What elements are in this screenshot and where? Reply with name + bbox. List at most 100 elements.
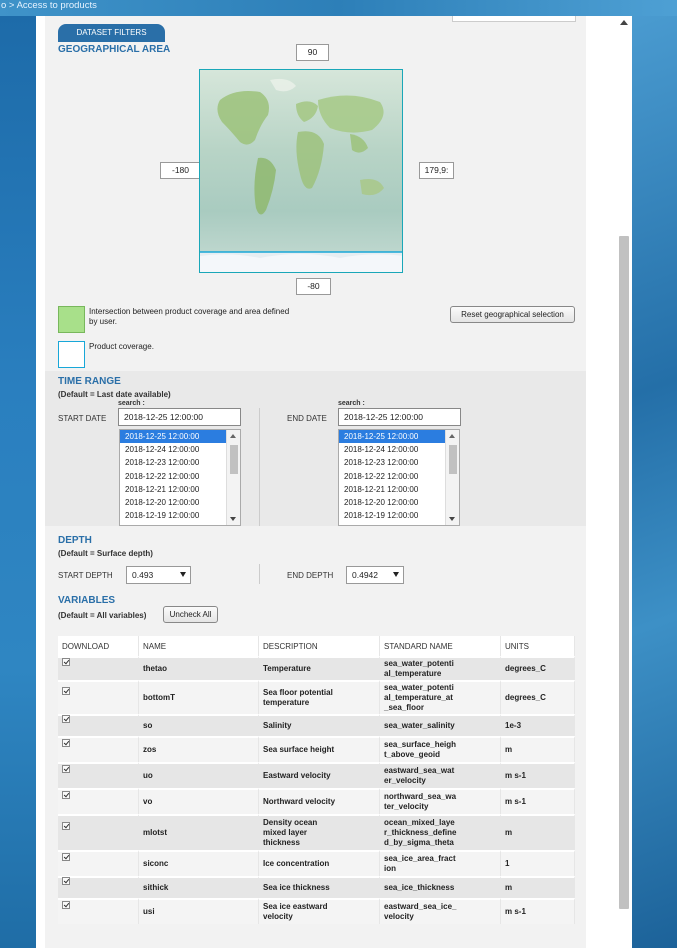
scroll-up-icon[interactable] xyxy=(449,434,455,438)
variable-description: Temperature xyxy=(259,656,380,680)
start-list-scrollbar[interactable] xyxy=(226,430,240,525)
variable-name: siconc xyxy=(139,850,259,876)
depth-section-title: DEPTH xyxy=(58,535,92,546)
table-row: usi Sea ice eastward velocity eastward_sea… xyxy=(58,898,575,924)
end-date-option[interactable]: 2018-12-23 12:00:00 xyxy=(339,456,459,469)
variable-name: usi xyxy=(139,898,259,924)
table-row: bottomT Sea floor potential temperature se… xyxy=(58,680,575,714)
download-checkbox[interactable] xyxy=(62,714,70,723)
end-date-option[interactable]: 2018-12-19 12:00:00 xyxy=(339,509,459,522)
variables-section-title: VARIABLES xyxy=(58,595,116,606)
west-input[interactable]: -180 xyxy=(160,162,201,179)
variable-name: vo xyxy=(139,788,259,814)
end-date-option[interactable]: 2018-12-22 12:00:00 xyxy=(339,470,459,483)
variable-standard-name: sea_water_potenti al_temperature xyxy=(380,656,501,680)
col-header-standard-name: STANDARD NAME xyxy=(380,636,501,656)
scroll-thumb[interactable] xyxy=(449,445,457,474)
scroll-thumb[interactable] xyxy=(230,445,238,474)
variable-units: m s-1 xyxy=(501,762,575,788)
end-depth-select[interactable]: 0.4942 xyxy=(346,566,404,584)
variable-standard-name: sea_ice_thickness xyxy=(380,876,501,898)
variable-units: m s-1 xyxy=(501,898,575,924)
start-depth-value: 0.493 xyxy=(132,570,154,580)
background-left xyxy=(0,16,36,948)
variable-units: 1 xyxy=(501,850,575,876)
download-checkbox[interactable] xyxy=(62,852,70,861)
col-header-download: DOWNLOAD xyxy=(58,636,139,656)
top-input[interactable] xyxy=(452,16,576,22)
variable-name: thetao xyxy=(139,656,259,680)
end-date-input[interactable]: 2018-12-25 12:00:00 xyxy=(338,408,461,426)
end-search-label: search : xyxy=(338,400,365,407)
variables-section-subtitle: (Default = All variables) xyxy=(58,611,147,620)
start-date-option[interactable]: 2018-12-20 12:00:00 xyxy=(120,496,240,509)
end-date-option[interactable]: 2018-12-21 12:00:00 xyxy=(339,483,459,496)
download-checkbox[interactable] xyxy=(62,790,70,799)
variable-name: sithick xyxy=(139,876,259,898)
table-row: zos Sea surface height sea_surface_heigh t… xyxy=(58,736,575,762)
dataset-filters-tab[interactable]: DATASET FILTERS xyxy=(58,24,165,42)
variable-description: Sea ice eastward velocity xyxy=(259,898,380,924)
end-date-list[interactable]: 2018-12-25 12:00:00 2018-12-24 12:00:00 … xyxy=(338,429,460,526)
download-checkbox[interactable] xyxy=(62,686,70,695)
end-date-option[interactable]: 2018-12-20 12:00:00 xyxy=(339,496,459,509)
start-date-option[interactable]: 2018-12-24 12:00:00 xyxy=(120,443,240,456)
breadcrumb[interactable]: o > Access to products xyxy=(0,0,677,16)
variable-standard-name: eastward_sea_wat er_velocity xyxy=(380,762,501,788)
intersection-legend: Intersection between product coverage an… xyxy=(89,307,290,326)
start-date-input[interactable]: 2018-12-25 12:00:00 xyxy=(118,408,241,426)
download-cell xyxy=(58,714,139,736)
download-checkbox[interactable] xyxy=(62,876,70,885)
download-checkbox[interactable] xyxy=(62,657,70,666)
end-list-scrollbar[interactable] xyxy=(445,430,459,525)
start-depth-label: START DEPTH xyxy=(58,571,113,580)
download-checkbox[interactable] xyxy=(62,764,70,773)
east-input[interactable]: 179,9: xyxy=(419,162,454,179)
variable-description: Density ocean mixed layer thickness xyxy=(259,814,380,850)
start-date-option[interactable]: 2018-12-22 12:00:00 xyxy=(120,470,240,483)
filters-panel: DATASET FILTERS GEOGRAPHICAL AREA 90 -18… xyxy=(36,16,616,948)
start-date-option[interactable]: 2018-12-19 12:00:00 xyxy=(120,509,240,522)
variable-description: Sea floor potential temperature xyxy=(259,680,380,714)
variable-standard-name: eastward_sea_ice_ velocity xyxy=(380,898,501,924)
download-cell xyxy=(58,814,139,850)
end-date-option[interactable]: 2018-12-25 12:00:00 xyxy=(339,430,459,444)
download-cell xyxy=(58,850,139,876)
scroll-up-icon[interactable] xyxy=(230,434,236,438)
table-row: uo Eastward velocity eastward_sea_wat er_v… xyxy=(58,762,575,788)
download-cell xyxy=(58,656,139,680)
start-date-option[interactable]: 2018-12-21 12:00:00 xyxy=(120,483,240,496)
uncheck-all-button[interactable]: Uncheck All xyxy=(163,606,218,623)
col-header-name: NAME xyxy=(139,636,259,656)
variable-description: Ice concentration xyxy=(259,850,380,876)
world-map[interactable] xyxy=(199,69,403,273)
start-date-list[interactable]: 2018-12-25 12:00:00 2018-12-24 12:00:00 … xyxy=(119,429,241,526)
start-date-option[interactable]: 2018-12-25 12:00:00 xyxy=(120,430,240,444)
page-scroll-thumb[interactable] xyxy=(619,236,629,909)
reset-geo-button[interactable]: Reset geographical selection xyxy=(450,306,575,323)
table-row: thetao Temperature sea_water_potenti al_te… xyxy=(58,656,575,680)
time-section-title: TIME RANGE xyxy=(58,376,121,387)
page-scrollbar[interactable] xyxy=(616,16,632,948)
variable-standard-name: ocean_mixed_laye r_thickness_define d_by… xyxy=(380,814,501,850)
variable-description: Sea surface height xyxy=(259,736,380,762)
download-checkbox[interactable] xyxy=(62,821,70,830)
time-section-subtitle: (Default = Last date available) xyxy=(58,390,171,399)
south-input[interactable]: -80 xyxy=(296,278,331,295)
download-checkbox[interactable] xyxy=(62,738,70,747)
end-date-label: END DATE xyxy=(287,414,327,423)
scroll-up-icon[interactable] xyxy=(620,20,628,25)
variable-standard-name: sea_water_salinity xyxy=(380,714,501,736)
start-date-option[interactable]: 2018-12-23 12:00:00 xyxy=(120,456,240,469)
end-date-option[interactable]: 2018-12-24 12:00:00 xyxy=(339,443,459,456)
variable-units: degrees_C xyxy=(501,680,575,714)
variable-standard-name: sea_water_potenti al_temperature_at _sea… xyxy=(380,680,501,714)
start-depth-select[interactable]: 0.493 xyxy=(126,566,191,584)
scroll-down-icon[interactable] xyxy=(230,517,236,521)
north-input[interactable]: 90 xyxy=(296,44,329,61)
scroll-down-icon[interactable] xyxy=(449,517,455,521)
download-checkbox[interactable] xyxy=(62,900,70,909)
variable-units: m xyxy=(501,736,575,762)
download-cell xyxy=(58,898,139,924)
world-map-graphic xyxy=(200,78,402,272)
